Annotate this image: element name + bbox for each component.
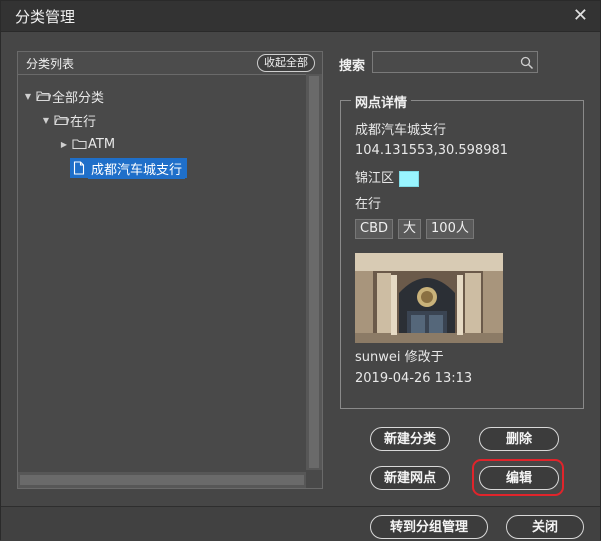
tree-node-chengdu-auto-city-branch[interactable]: 成都汽车城支行 [70,157,188,179]
search-input[interactable] [375,54,519,72]
close-button[interactable]: 关闭 [506,515,584,539]
modified-by: sunwei 修改于 [355,350,444,365]
tag-badge: 100人 [426,219,474,239]
delete-button[interactable]: 删除 [479,427,559,451]
search-box[interactable] [372,51,538,73]
tree-node-all-categories[interactable]: ▼ 全部分类 [22,86,104,106]
district-label: 锦江区 [355,171,395,186]
outlet-coordinates: 104.131553,30.598981 [355,143,509,158]
tag-badge: 大 [398,219,422,239]
tree-node-label: 在行 [70,114,97,130]
new-category-button[interactable]: 新建分类 [370,427,450,451]
title-bar: 分类管理 ✕ [1,1,600,32]
dialog-footer: 转到分组管理 关闭 [1,506,600,541]
category-list-header: 分类列表 收起全部 [18,52,322,75]
folder-icon [70,138,88,150]
new-outlet-button[interactable]: 新建网点 [370,466,450,490]
expand-caret-icon[interactable]: ▼ [22,92,34,101]
category-list-title: 分类列表 [26,57,75,71]
close-icon[interactable]: ✕ [573,5,588,26]
collapsed-caret-icon[interactable]: ▶ [58,140,70,149]
expand-caret-icon[interactable]: ▼ [40,116,52,125]
search-label: 搜索 [339,59,366,74]
tree-node-label: 成都汽车城支行 [88,157,186,179]
folder-open-icon [34,90,52,102]
outlet-district: 锦江区 [355,167,420,187]
vertical-scrollbar[interactable] [306,74,322,470]
tag-badge: CBD [355,219,394,239]
outlet-tags: CBD 大 100人 [355,219,474,239]
outlet-name: 成都汽车城支行 [355,123,447,138]
collapse-all-button[interactable]: 收起全部 [257,54,315,72]
dialog-title: 分类管理 [15,8,76,26]
category-management-dialog: 分类管理 ✕ 分类列表 收起全部 ▼ 全部分类 ▼ 在行 ▶ ATM 成都汽车城… [0,0,601,541]
tree-node-label: ATM [88,136,116,152]
tree-node-label: 全部分类 [52,90,105,106]
outlet-photo [355,253,503,343]
outlet-details-group: 网点详情 成都汽车城支行 104.131553,30.598981 锦江区 在行… [340,92,584,409]
edit-button-highlight [472,459,564,496]
district-color-swatch [399,170,420,187]
horizontal-scroll-thumb[interactable] [20,475,304,485]
go-to-group-management-button[interactable]: 转到分组管理 [370,515,488,539]
tree-node-zaihang[interactable]: ▼ 在行 [40,110,96,130]
modified-time: 2019-04-26 13:13 [355,371,473,386]
search-icon[interactable] [520,55,534,74]
document-icon [70,161,88,175]
vertical-scroll-thumb[interactable] [309,76,319,468]
folder-open-icon [52,114,70,126]
tree-node-atm[interactable]: ▶ ATM [58,134,115,154]
category-list-panel: 分类列表 收起全部 ▼ 全部分类 ▼ 在行 ▶ ATM 成都汽车城支行 [17,51,323,489]
category-tree: ▼ 全部分类 ▼ 在行 ▶ ATM 成都汽车城支行 [18,80,304,470]
horizontal-scrollbar[interactable] [18,472,306,488]
outlet-details-legend: 网点详情 [351,92,412,111]
outlet-category: 在行 [355,197,382,212]
